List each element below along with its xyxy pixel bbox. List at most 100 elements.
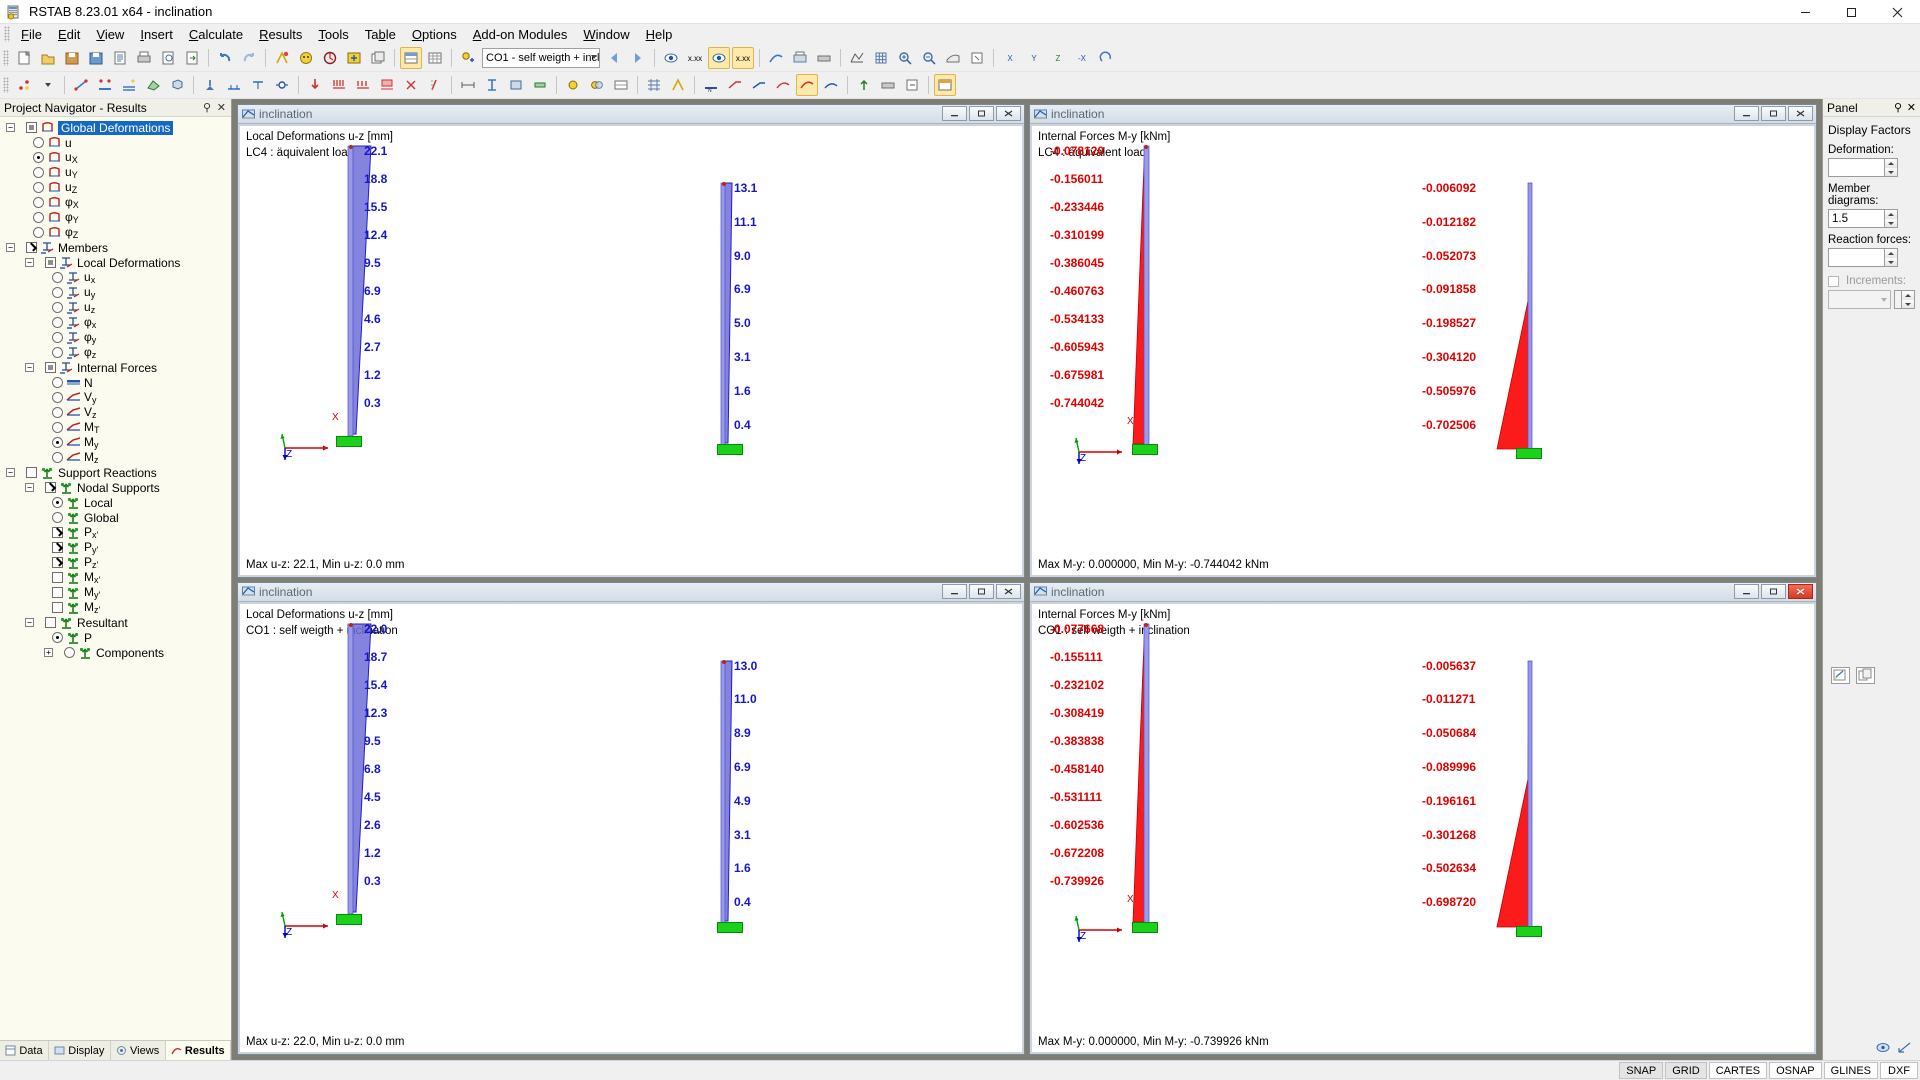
tree-item-uz[interactable]: uZ <box>0 180 231 195</box>
vp-bottom-right[interactable]: inclinationInternal Forces M-y [kNm]CO1 … <box>1029 582 1817 1056</box>
tree-item-z[interactable]: φZ <box>0 225 231 240</box>
tree-item-local[interactable]: Local <box>0 495 231 510</box>
export-results-icon[interactable] <box>901 74 923 96</box>
solid-icon[interactable] <box>166 74 188 96</box>
mdi-minimize-button[interactable] <box>942 106 967 121</box>
tree-item-uz[interactable]: uz <box>0 300 231 315</box>
free-load-icon[interactable] <box>400 74 422 96</box>
mdi-canvas[interactable]: Local Deformations u-z [mm]CO1 : self we… <box>240 604 1022 1053</box>
mdi-close-button[interactable] <box>996 584 1021 599</box>
tree-radio[interactable] <box>52 512 63 523</box>
tree-expander[interactable]: − <box>6 468 15 477</box>
material-icon[interactable] <box>505 74 527 96</box>
nav-tab-results[interactable]: Results <box>166 1041 231 1060</box>
tree-expander[interactable]: − <box>25 618 34 627</box>
print-results-icon[interactable] <box>877 74 899 96</box>
ruler-icon[interactable] <box>1898 1041 1912 1057</box>
tree-expander[interactable]: − <box>6 243 15 252</box>
mdi-close-button[interactable] <box>1788 106 1813 121</box>
new-file-icon[interactable] <box>13 47 35 69</box>
values-vz-icon[interactable] <box>748 74 770 96</box>
mesh-icon[interactable] <box>643 74 665 96</box>
deformation-icon[interactable] <box>765 47 787 69</box>
loadcase-icon[interactable] <box>457 47 479 69</box>
load-case-combo[interactable]: CO1 - self weigth + inclina <box>482 48 600 68</box>
tree-checkbox[interactable] <box>45 362 56 373</box>
tree-checkbox[interactable] <box>45 257 56 268</box>
tree-item-x[interactable]: φX <box>0 195 231 210</box>
tree-checkbox[interactable] <box>45 617 56 628</box>
select-special-icon[interactable] <box>343 47 365 69</box>
mdi-minimize-button[interactable] <box>1734 106 1759 121</box>
mdi-restore-button[interactable] <box>1761 106 1786 121</box>
tree-checkbox[interactable] <box>26 122 37 133</box>
tree-item-uy[interactable]: uY <box>0 165 231 180</box>
minimize-button[interactable] <box>1782 0 1828 24</box>
pin-icon[interactable]: ⚲ <box>203 101 211 114</box>
info-icon[interactable] <box>1876 1041 1890 1057</box>
result-combination-icon[interactable] <box>610 74 632 96</box>
tree-item-components[interactable]: +Components <box>0 645 231 660</box>
toolbar-grip-icon[interactable] <box>3 50 9 66</box>
tree-item-p[interactable]: P <box>0 630 231 645</box>
zoom-window-icon[interactable] <box>942 47 964 69</box>
reaction-forces-spin-up[interactable] <box>1884 249 1897 258</box>
printer-small-icon[interactable] <box>813 47 835 69</box>
tree-item-mz[interactable]: Mz <box>0 450 231 465</box>
status-cell-snap[interactable]: SNAP <box>1619 1062 1663 1079</box>
tree-radio[interactable] <box>52 317 63 328</box>
tree-item-mt[interactable]: MT <box>0 420 231 435</box>
view-iso-icon[interactable]: -X <box>1071 47 1093 69</box>
deformation-stepper[interactable] <box>1828 158 1898 177</box>
node-dropdown-icon[interactable] <box>37 74 59 96</box>
next-case-icon[interactable] <box>627 47 649 69</box>
mdi-restore-button[interactable] <box>1761 584 1786 599</box>
mdi-minimize-button[interactable] <box>1734 584 1759 599</box>
line-icon[interactable] <box>70 74 92 96</box>
increments-checkbox[interactable] <box>1828 276 1839 287</box>
tree-item-px[interactable]: Px' <box>0 525 231 540</box>
close-icon[interactable]: ✕ <box>217 101 226 114</box>
tree-checkbox[interactable] <box>45 482 56 493</box>
view-y-icon[interactable]: Y <box>1023 47 1045 69</box>
line-load-icon[interactable] <box>352 74 374 96</box>
menu-results[interactable]: Results <box>251 25 310 44</box>
increments-combo[interactable] <box>1828 290 1891 309</box>
redo-icon[interactable] <box>238 47 260 69</box>
menu-insert[interactable]: Insert <box>132 25 181 44</box>
tree-item-ux[interactable]: uX <box>0 150 231 165</box>
tree-radio[interactable] <box>52 332 63 343</box>
mdi-canvas[interactable]: Local Deformations u-z [mm]LC4 : äquival… <box>240 126 1022 575</box>
prev-case-icon[interactable] <box>603 47 625 69</box>
support-member-icon[interactable] <box>247 74 269 96</box>
tree-radio[interactable] <box>52 497 63 508</box>
tree-checkbox[interactable] <box>26 467 37 478</box>
tree-expander[interactable]: − <box>25 363 34 372</box>
support-nodal-icon[interactable] <box>199 74 221 96</box>
menu-tools[interactable]: Tools <box>310 25 356 44</box>
rotate-icon[interactable] <box>1095 47 1117 69</box>
hinge-icon[interactable] <box>271 74 293 96</box>
close-icon[interactable]: ✕ <box>1907 101 1916 114</box>
member-diagrams-spin-down[interactable] <box>1884 219 1897 228</box>
tree-radio[interactable] <box>33 182 44 193</box>
pin-icon[interactable]: ⚲ <box>1894 101 1902 114</box>
tree-radio[interactable] <box>52 377 63 388</box>
tree-radio[interactable] <box>52 392 63 403</box>
calc-all-icon[interactable] <box>667 74 689 96</box>
tree-radio[interactable] <box>52 437 63 448</box>
member-icon[interactable] <box>94 74 116 96</box>
tree-item-support-reactions[interactable]: −Support Reactions <box>0 465 231 480</box>
tree-item-py[interactable]: Py' <box>0 540 231 555</box>
dimension-icon[interactable] <box>457 74 479 96</box>
mdi-canvas[interactable]: Internal Forces M-y [kNm]CO1 : self weig… <box>1032 604 1814 1053</box>
tree-checkbox[interactable] <box>52 587 63 598</box>
values-vy-icon[interactable] <box>724 74 746 96</box>
mdi-close-button[interactable] <box>996 106 1021 121</box>
save-as-icon[interactable] <box>85 47 107 69</box>
tree-item-vz[interactable]: Vz <box>0 405 231 420</box>
combination-icon[interactable] <box>586 74 608 96</box>
tree-radio[interactable] <box>52 452 63 463</box>
tree-radio[interactable] <box>52 287 63 298</box>
tree-expander[interactable]: − <box>25 258 34 267</box>
